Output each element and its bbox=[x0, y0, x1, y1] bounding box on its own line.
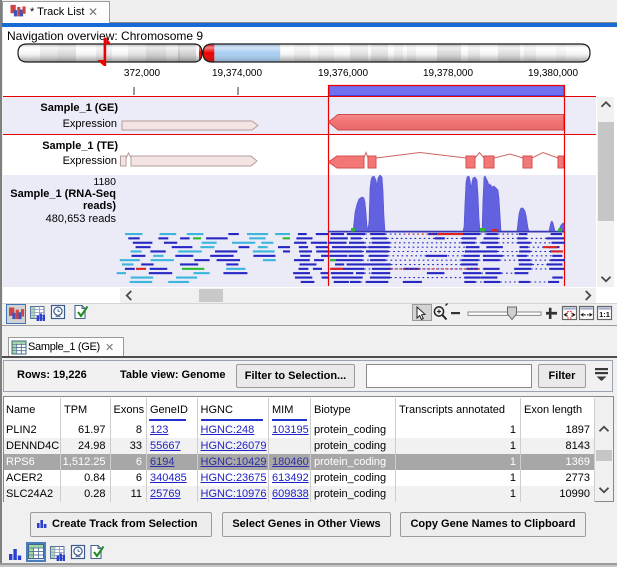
svg-text:1:1: 1:1 bbox=[599, 310, 610, 319]
